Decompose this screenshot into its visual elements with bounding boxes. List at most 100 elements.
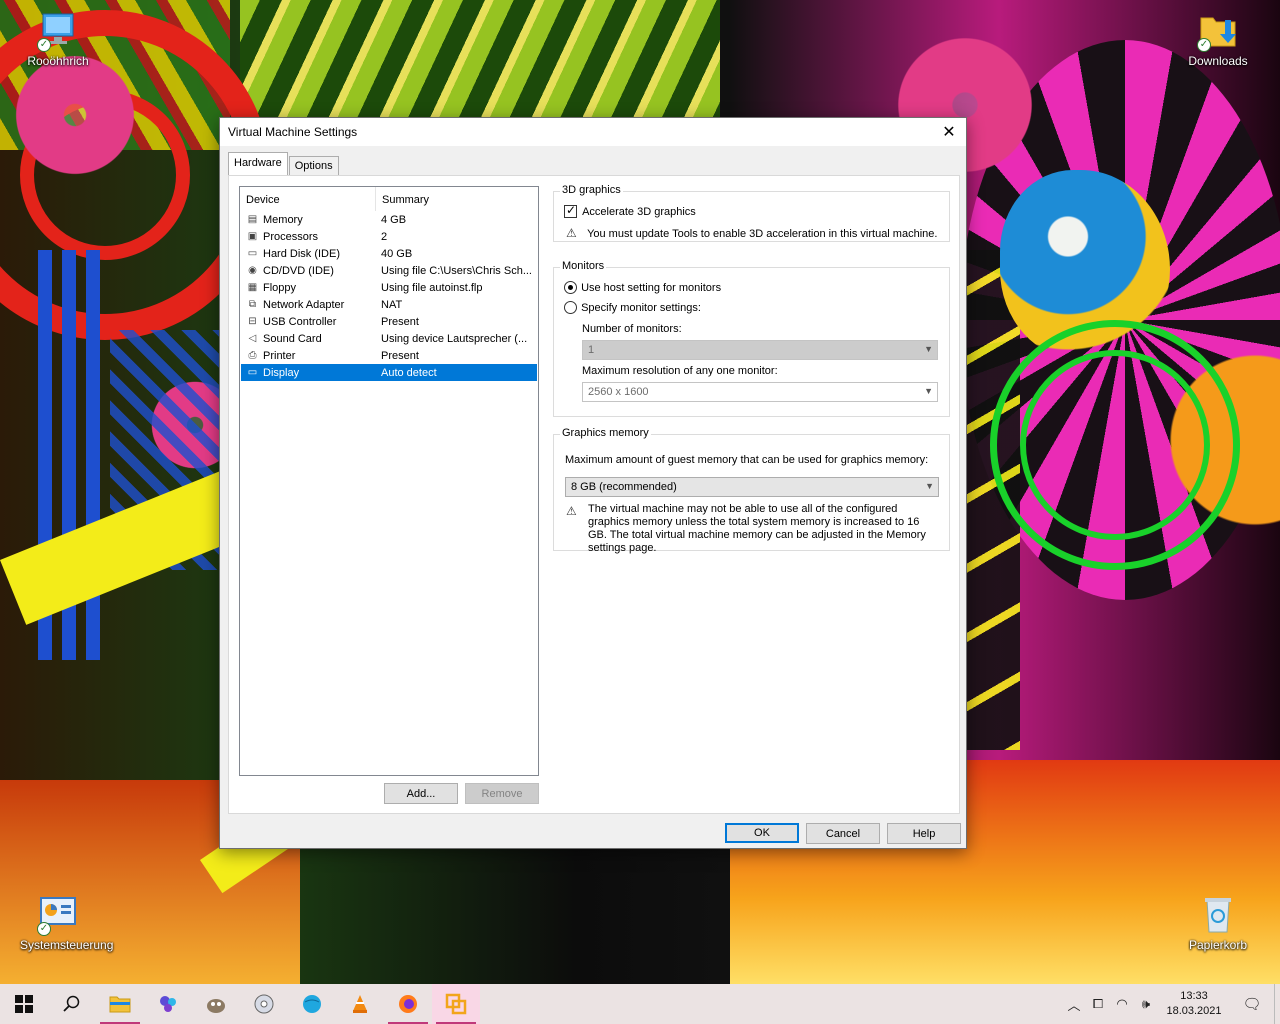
taskbar: ︿ ⧠ ◠ 🕪 13:33 18.03.2021 🗨	[0, 984, 1280, 1024]
checkbox-label: Accelerate 3D graphics	[582, 205, 696, 218]
volume-icon[interactable]: 🕪	[1134, 996, 1158, 1012]
accelerate-3d-checkbox[interactable]: Accelerate 3D graphics	[564, 203, 696, 218]
close-icon[interactable]: ✕	[932, 118, 966, 146]
device-summary: Present	[381, 349, 419, 362]
hardware-tab-panel: Device Summary ▤ Memory 4 GB ▣ Processors …	[228, 175, 960, 814]
network-adapter-icon: ⧉	[248, 299, 257, 310]
group-legend: Graphics memory	[560, 427, 651, 439]
desktop-icon-computer[interactable]: ✓ Rooöhhrich	[20, 10, 96, 68]
desktop-icon-recycle-bin[interactable]: Papierkorb	[1180, 894, 1256, 952]
max-resolution-label: Maximum resolution of any one monitor:	[582, 365, 778, 377]
control-panel-icon: ✓	[37, 894, 79, 936]
device-sync-icon[interactable]: ⧠	[1086, 996, 1110, 1012]
warning-icon: ⚠	[566, 226, 577, 240]
vm-settings-dialog: Virtual Machine Settings ✕ Hardware Opti…	[219, 117, 967, 849]
device-row-cd-dvd[interactable]: ◉ CD/DVD (IDE) Using file C:\Users\Chris …	[241, 262, 537, 279]
3d-tools-warning: ⚠ You must update Tools to enable 3D acc…	[566, 227, 937, 240]
device-row-usb-controller[interactable]: ⊟ USB Controller Present	[241, 313, 537, 330]
wifi-icon[interactable]: ◠	[1110, 996, 1134, 1012]
device-name: Processors	[263, 230, 319, 243]
ok-button[interactable]: OK	[725, 823, 799, 843]
desktop-icon-label: Systemsteuerung	[20, 938, 114, 952]
chevron-down-icon: ▼	[925, 481, 934, 491]
folder-icon	[109, 996, 131, 1013]
device-row-processors[interactable]: ▣ Processors 2	[241, 228, 537, 245]
column-header-device[interactable]: Device	[240, 187, 376, 211]
recycle-bin-icon	[1197, 894, 1239, 936]
device-summary: 4 GB	[381, 213, 407, 226]
device-row-floppy[interactable]: ▦ Floppy Using file autoinst.flp	[241, 279, 537, 296]
device-list-header: Device Summary	[240, 187, 538, 211]
group-legend: 3D graphics	[560, 184, 623, 196]
taskbar-app-vlc[interactable]	[336, 984, 384, 1024]
display-icon: ▭	[247, 367, 258, 378]
taskbar-file-explorer[interactable]	[96, 984, 144, 1024]
group-3d-graphics: 3D graphics Accelerate 3D graphics ⚠ You…	[553, 184, 950, 242]
downloads-folder-icon: ✓	[1197, 10, 1239, 52]
taskbar-app-vmware[interactable]	[432, 984, 480, 1024]
desktop-icon-label: Downloads	[1188, 54, 1248, 68]
search-icon	[63, 995, 80, 1012]
device-summary: Present	[381, 315, 419, 328]
device-row-memory[interactable]: ▤ Memory 4 GB	[241, 211, 537, 228]
tab-bar: Hardware Options	[228, 152, 340, 176]
sound-card-icon: ◁	[248, 333, 257, 344]
taskbar-app-gimp[interactable]	[192, 984, 240, 1024]
device-summary: Auto detect	[381, 366, 437, 379]
show-desktop-button[interactable]	[1274, 984, 1280, 1024]
search-button[interactable]	[48, 984, 96, 1024]
column-header-summary[interactable]: Summary	[376, 187, 435, 211]
device-name: Network Adapter	[263, 298, 345, 311]
computer-icon: ✓	[37, 10, 79, 52]
graphics-memory-select[interactable]: 8 GB (recommended) ▼	[565, 477, 939, 497]
radio-icon	[564, 281, 577, 294]
device-name: Printer	[263, 349, 296, 362]
device-name: Display	[263, 366, 300, 379]
notification-icon[interactable]: 🗨	[1230, 995, 1274, 1013]
specify-monitor-radio[interactable]: Specify monitor settings:	[564, 301, 701, 314]
use-host-setting-radio[interactable]: Use host setting for monitors	[564, 281, 721, 294]
device-name: CD/DVD (IDE)	[263, 264, 334, 277]
chevron-up-icon[interactable]: ︿	[1062, 995, 1086, 1014]
warning-icon: ⚠	[566, 504, 577, 518]
sync-status-icon: ✓	[37, 922, 51, 936]
add-device-button[interactable]: Add...	[384, 783, 458, 804]
device-row-hard-disk[interactable]: ▭ Hard Disk (IDE) 40 GB	[241, 245, 537, 262]
warning-text: The virtual machine may not be able to u…	[588, 503, 926, 554]
printer-icon: ⎙	[248, 350, 257, 361]
taskbar-app-chameleon[interactable]	[144, 984, 192, 1024]
device-summary: 2	[381, 230, 388, 243]
taskbar-app-disc[interactable]	[240, 984, 288, 1024]
device-row-display[interactable]: ▭ Display Auto detect	[241, 364, 537, 381]
help-button[interactable]: Help	[887, 823, 961, 844]
tab-options[interactable]: Options	[288, 156, 339, 176]
device-name: Memory	[263, 213, 303, 226]
desktop-icon-label: Rooöhhrich	[27, 54, 89, 68]
dialog-titlebar[interactable]: Virtual Machine Settings ✕	[220, 118, 966, 146]
clock[interactable]: 13:33 18.03.2021	[1158, 989, 1230, 1019]
num-monitors-select[interactable]: 1 ▼	[582, 340, 938, 360]
select-value: 1	[588, 344, 595, 356]
taskbar-app-firefox[interactable]	[384, 984, 432, 1024]
taskbar-app-globe[interactable]	[288, 984, 336, 1024]
vlc-icon	[353, 995, 367, 1013]
sync-status-icon: ✓	[37, 38, 51, 52]
device-name: Floppy	[263, 281, 297, 294]
device-row-network-adapter[interactable]: ⧉ Network Adapter NAT	[241, 296, 537, 313]
desktop-icon-control-panel[interactable]: ✓ Systemsteuerung	[20, 894, 114, 952]
cancel-button[interactable]: Cancel	[806, 823, 880, 844]
floppy-icon: ▦	[247, 282, 258, 293]
device-row-printer[interactable]: ⎙ Printer Present	[241, 347, 537, 364]
remove-device-button[interactable]: Remove	[465, 783, 539, 804]
tab-hardware[interactable]: Hardware	[228, 152, 288, 176]
desktop-icon-downloads[interactable]: ✓ Downloads	[1180, 10, 1256, 68]
device-summary: NAT	[381, 298, 403, 311]
max-resolution-select[interactable]: 2560 x 1600 ▼	[582, 382, 938, 402]
start-button[interactable]	[0, 984, 48, 1024]
windows-logo-icon	[15, 995, 33, 1013]
cd-dvd-icon: ◉	[248, 265, 257, 276]
checkbox-icon	[564, 203, 577, 218]
device-row-sound-card[interactable]: ◁ Sound Card Using device Lautsprecher (.…	[241, 330, 537, 347]
radio-icon	[564, 301, 577, 314]
device-list[interactable]: Device Summary ▤ Memory 4 GB ▣ Processors …	[239, 186, 539, 776]
